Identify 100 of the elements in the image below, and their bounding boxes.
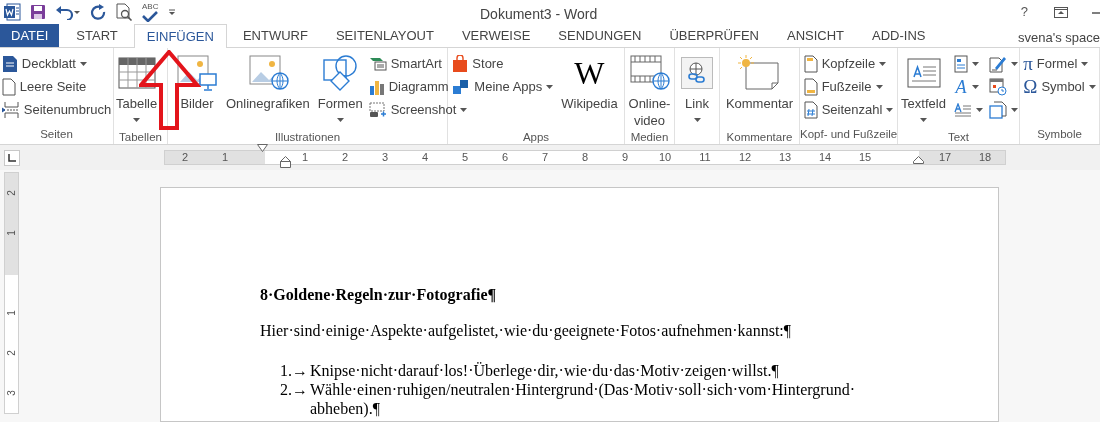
ruler-number: 12 bbox=[738, 152, 752, 163]
page-number-icon[interactable] bbox=[803, 101, 818, 119]
shapes-icon[interactable] bbox=[322, 54, 359, 92]
ribbon-tab[interactable]: VERWEISE bbox=[449, 24, 543, 47]
print-preview-icon[interactable] bbox=[115, 3, 133, 21]
ruler-number: 3 bbox=[381, 152, 389, 163]
online-video-icon[interactable] bbox=[628, 54, 671, 92]
account-name[interactable]: svena's space bbox=[1018, 28, 1100, 48]
ruler-number: 1 bbox=[6, 230, 17, 236]
list-item-text: Knipse·nicht·darauf·los!·Überlege·dir,·wie·du·das·Motiv·zeigen·willst.¶ bbox=[310, 361, 780, 380]
ribbon-button[interactable]: Kopfzeile bbox=[821, 54, 876, 74]
group-label: Seiten bbox=[39, 127, 74, 142]
ribbon-button[interactable]: Link bbox=[685, 95, 709, 112]
object-icon[interactable] bbox=[988, 101, 1007, 119]
ruler-number: 2 bbox=[341, 152, 349, 163]
redo-icon[interactable] bbox=[90, 4, 106, 20]
ribbon-button[interactable]: Kommentar bbox=[725, 95, 794, 112]
ribbon-tab[interactable]: SENDUNGEN bbox=[546, 24, 654, 47]
group-label: Tabellen bbox=[118, 130, 163, 145]
ribbon-tab[interactable]: EINFÜGEN bbox=[133, 24, 227, 48]
drop-cap-icon[interactable] bbox=[953, 103, 972, 117]
cover-page-icon[interactable] bbox=[1, 55, 18, 73]
group-label: Kopf- und Fußzeile bbox=[800, 127, 897, 142]
shopping-bag-icon[interactable] bbox=[452, 55, 469, 73]
file-tab[interactable]: DATEI bbox=[0, 24, 60, 47]
ribbon-button[interactable]: Meine Apps bbox=[474, 77, 543, 97]
chart-icon[interactable] bbox=[368, 79, 385, 95]
ribbon-tab[interactable]: SEITENLAYOUT bbox=[323, 24, 446, 47]
ruler-number: 10 bbox=[658, 152, 672, 163]
ruler-number: 2 bbox=[6, 190, 17, 196]
ribbon-button[interactable]: Symbol bbox=[1041, 77, 1085, 97]
link-icon[interactable] bbox=[681, 57, 713, 89]
ribbon-tab[interactable]: ANSICHT bbox=[775, 24, 857, 47]
ribbon-button[interactable]: Seitenzahl bbox=[821, 100, 883, 120]
ruler-number: 13 bbox=[778, 152, 792, 163]
quick-parts-icon[interactable] bbox=[953, 55, 968, 73]
page-break-icon[interactable] bbox=[1, 101, 20, 119]
ruler-number: 15 bbox=[858, 152, 872, 163]
vertical-ruler[interactable]: 2 1 1 2 3 bbox=[4, 172, 19, 414]
hanging-indent-marker[interactable] bbox=[280, 156, 291, 168]
ruler-number: 2 bbox=[181, 152, 189, 163]
pictures-icon[interactable] bbox=[176, 54, 218, 92]
ribbon-button[interactable]: Seitenumbruch bbox=[23, 100, 112, 120]
ruler-number: 3 bbox=[6, 390, 17, 396]
ribbon-display-icon[interactable] bbox=[1054, 6, 1068, 18]
blank-page-icon[interactable] bbox=[1, 78, 16, 96]
ribbon-button[interactable]: Formel bbox=[1036, 54, 1078, 74]
symbol-glyph[interactable]: Ω bbox=[1023, 78, 1038, 96]
ruler-number: 6 bbox=[501, 152, 509, 163]
group-label: Illustrationen bbox=[273, 130, 342, 145]
right-indent-marker[interactable] bbox=[913, 156, 924, 164]
group-label: Kommentare bbox=[725, 130, 794, 145]
cubes-icon[interactable] bbox=[452, 79, 471, 95]
ruler-number: 14 bbox=[818, 152, 832, 163]
ribbon-tab[interactable]: START bbox=[64, 24, 130, 47]
ribbon-button[interactable]: SmartArt bbox=[390, 54, 442, 74]
ribbon-tab[interactable]: ÜBERPRÜFEN bbox=[657, 24, 771, 47]
ribbon-button[interactable]: Store bbox=[472, 54, 504, 74]
signature-line-icon[interactable] bbox=[988, 55, 1007, 73]
group-label: Text bbox=[946, 130, 971, 145]
undo-icon[interactable] bbox=[55, 4, 81, 20]
tab-selector[interactable] bbox=[4, 150, 20, 166]
ribbon-tab[interactable]: ADD-INS bbox=[860, 24, 938, 47]
document-heading: 8·Goldene·Regeln·zur·Fotografie¶ bbox=[260, 285, 498, 305]
calendar-icon[interactable] bbox=[988, 78, 1007, 96]
ruler-number: 17 bbox=[938, 152, 952, 163]
ribbon-tab[interactable]: ENTWURF bbox=[230, 24, 320, 47]
ribbon-button[interactable]: Bilder bbox=[180, 95, 214, 112]
wikipedia-logo[interactable]: W bbox=[574, 55, 605, 91]
symbol-glyph[interactable]: A bbox=[953, 78, 968, 96]
tab-stop-icon bbox=[8, 154, 16, 162]
ribbon-button[interactable]: Onlinegrafiken bbox=[226, 95, 310, 112]
footer-icon[interactable] bbox=[803, 78, 818, 96]
ruler-number: 7 bbox=[541, 152, 549, 163]
group-label: Medien bbox=[629, 130, 670, 145]
word-logo-icon[interactable] bbox=[3, 3, 21, 21]
ribbon-button[interactable]: Deckblatt bbox=[21, 54, 76, 74]
ribbon-button[interactable]: Leere Seite bbox=[19, 77, 87, 97]
save-icon[interactable] bbox=[30, 4, 46, 20]
ribbon-button[interactable]: Formen bbox=[317, 95, 363, 112]
text-box-icon[interactable] bbox=[906, 58, 941, 88]
customize-icon[interactable] bbox=[167, 7, 178, 17]
screenshot-icon[interactable] bbox=[368, 102, 387, 118]
ruler-number: 9 bbox=[621, 152, 629, 163]
ruler-number: 8 bbox=[581, 152, 589, 163]
document-paragraph: Hier·sind·einige·Aspekte·aufgelistet,·wie·du·geeignete·Fotos·aufnehmen·kannst:¶ bbox=[260, 321, 793, 341]
header-icon[interactable] bbox=[803, 55, 818, 73]
smartart-icon[interactable] bbox=[368, 57, 387, 71]
ruler-number: 2 bbox=[6, 350, 17, 356]
list-number: 2.→ bbox=[279, 380, 309, 399]
ribbon-button[interactable]: Fußzeile bbox=[821, 77, 872, 97]
ribbon-button[interactable]: Wikipedia bbox=[561, 95, 618, 112]
help-button[interactable]: ? bbox=[1018, 2, 1030, 22]
ribbon-button[interactable]: Screenshot bbox=[390, 100, 457, 120]
ruler-number: 1 bbox=[221, 152, 229, 163]
ribbon-button[interactable]: Diagramm bbox=[388, 77, 449, 97]
symbol-glyph[interactable]: π bbox=[1023, 55, 1033, 73]
ribbon-button[interactable]: Tabelle bbox=[116, 95, 158, 112]
ribbon-button[interactable]: Online- video bbox=[628, 95, 671, 129]
ribbon-button[interactable]: Textfeld bbox=[901, 95, 946, 112]
